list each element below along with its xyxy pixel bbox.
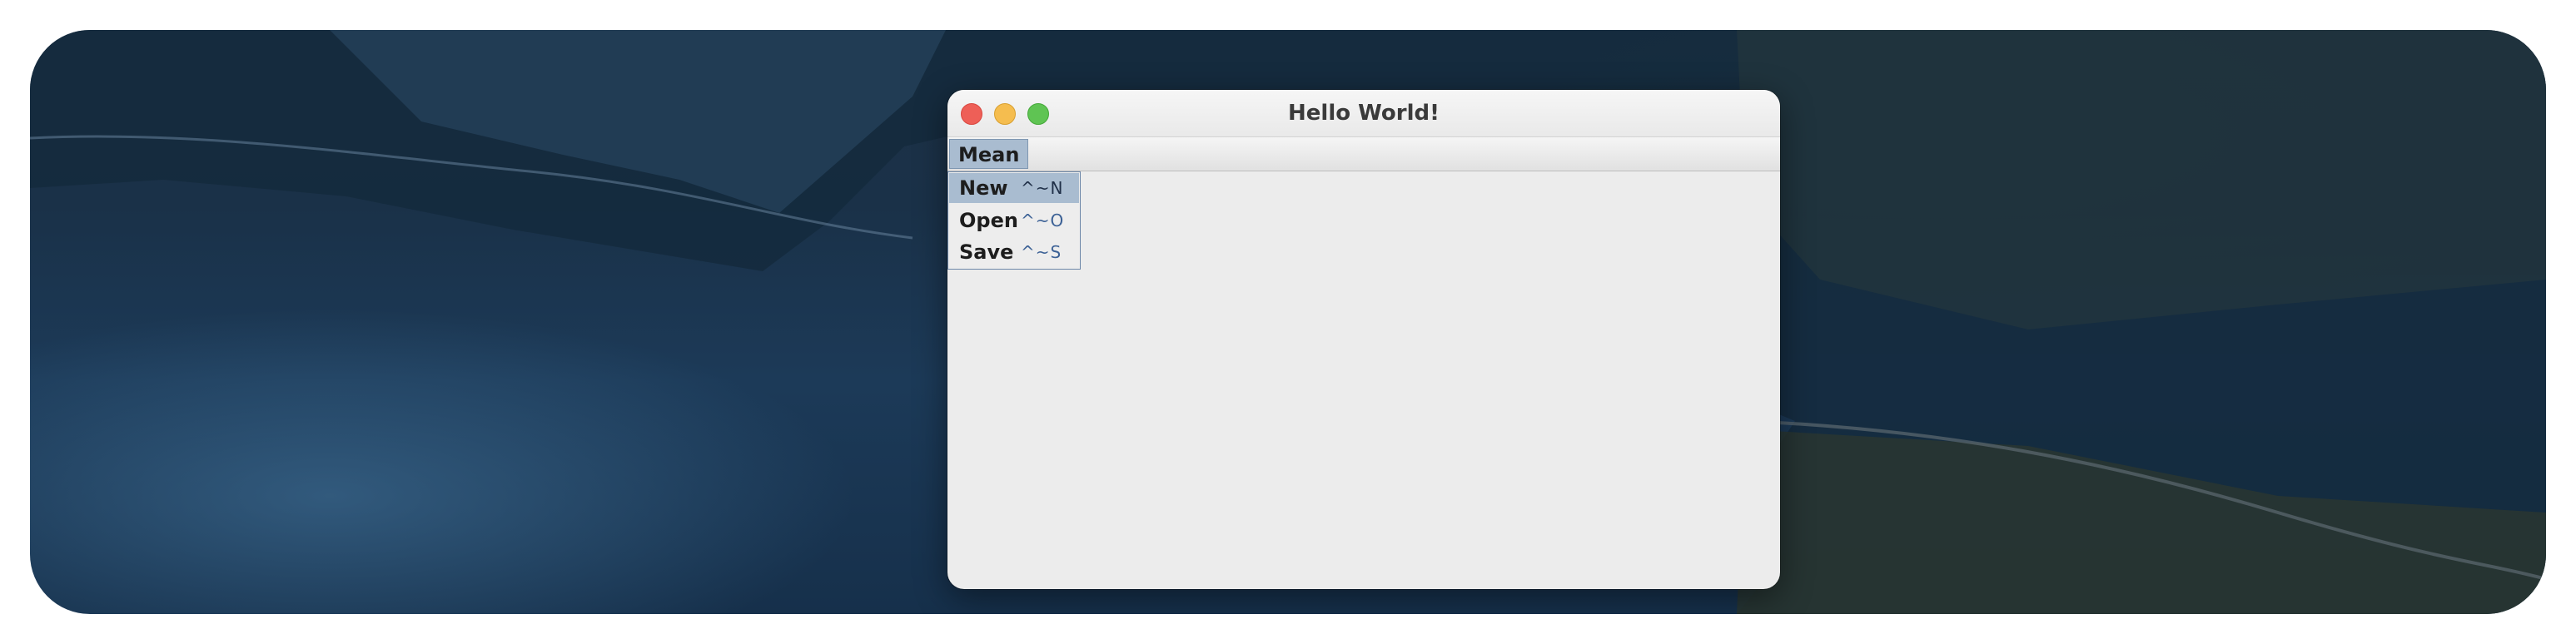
window-title: Hello World! — [1288, 101, 1440, 126]
menu-bar: Mean — [947, 137, 1780, 171]
menu-item-label: New — [959, 176, 1008, 200]
menu-item-label: Save — [959, 240, 1014, 264]
menu-item-shortcut: ^~S — [1021, 242, 1062, 262]
menu-item-shortcut: ^~O — [1021, 211, 1065, 230]
menu-item-open[interactable]: Open ^~O — [949, 206, 1079, 235]
menu-item-save[interactable]: Save ^~S — [949, 237, 1079, 267]
menu-item-shortcut: ^~N — [1021, 178, 1064, 198]
window-titlebar[interactable]: Hello World! — [947, 90, 1780, 137]
mean-dropdown-menu: New ^~N Open ^~O Save ^~S — [947, 171, 1081, 270]
menu-item-new[interactable]: New ^~N — [949, 173, 1079, 203]
menu-mean[interactable]: Mean — [949, 139, 1029, 169]
desktop-wallpaper: Hello World! Mean New ^~N Open ^~O Save … — [30, 30, 2546, 614]
app-window: Hello World! Mean New ^~N Open ^~O Save … — [947, 90, 1780, 589]
menu-item-label: Open — [959, 209, 1018, 232]
